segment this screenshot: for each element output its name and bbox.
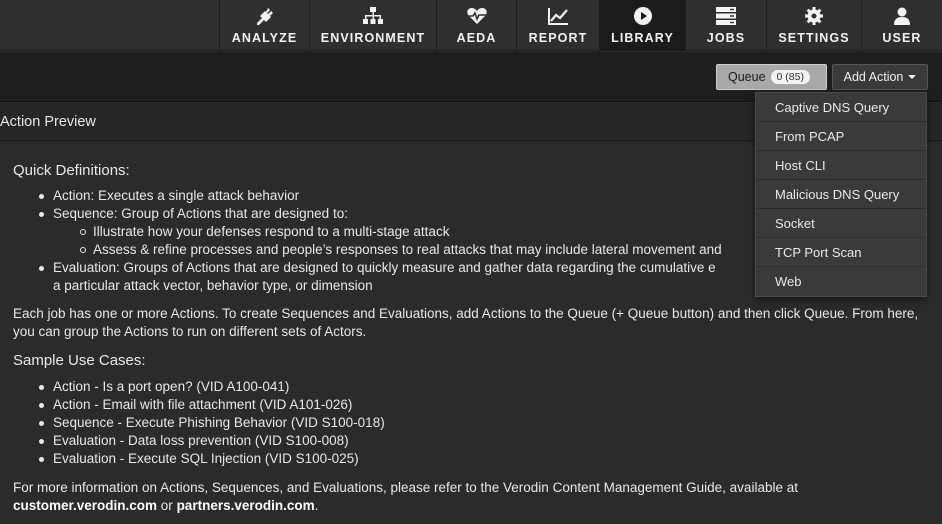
list-item: Evaluation - Data loss prevention (VID S… (39, 432, 385, 450)
quick-definitions-heading: Quick Definitions: (13, 162, 130, 179)
evaluation-definition-line1: Evaluation: Groups of Actions that are d… (53, 260, 716, 275)
menu-item-from-pcap[interactable]: From PCAP (756, 122, 926, 151)
list-item: Action - Is a port open? (VID A100-041) (39, 378, 385, 396)
top-navigation: ANALYZE ENVIRONMENT AEDA REPORT LIBRARY … (0, 0, 942, 51)
line-chart-icon (547, 6, 569, 26)
caret-down-icon (908, 75, 917, 79)
nav-jobs[interactable]: JOBS (685, 0, 766, 51)
list-item: Assess & refine processes and people’s r… (80, 242, 722, 257)
nav-settings[interactable]: SETTINGS (766, 0, 861, 51)
queue-label: Queue (728, 70, 766, 84)
queue-count-badge: 0 (85) (770, 70, 810, 84)
more-info-sentence: For more information on Actions, Sequenc… (13, 480, 798, 495)
menu-item-socket[interactable]: Socket (756, 209, 926, 238)
nav-label: AEDA (456, 31, 497, 45)
gear-icon (803, 6, 825, 26)
nav-label: JOBS (706, 31, 746, 45)
nav-label: USER (882, 31, 922, 45)
add-action-dropdown: Captive DNS Query From PCAP Host CLI Mal… (755, 92, 927, 297)
menu-item-malicious-dns-query[interactable]: Malicious DNS Query (756, 180, 926, 209)
sample-use-cases-list: Action - Is a port open? (VID A100-041) … (39, 378, 385, 468)
sample-use-cases-heading: Sample Use Cases: (13, 352, 146, 369)
list-item: Sequence - Execute Phishing Behavior (VI… (39, 415, 385, 430)
customer-portal-link[interactable]: customer.verodin.com (13, 498, 157, 513)
nav-label: REPORT (528, 31, 588, 45)
user-icon (891, 6, 913, 26)
add-action-button[interactable]: Add Action (832, 64, 928, 90)
nav-environment[interactable]: ENVIRONMENT (309, 0, 436, 51)
nav-label: LIBRARY (611, 31, 674, 45)
list-item: Evaluation: Groups of Actions that are d… (39, 259, 722, 295)
jobs-description: Each job has one or more Actions. To cre… (13, 306, 919, 339)
plug-icon (254, 6, 276, 26)
menu-item-captive-dns-query[interactable]: Captive DNS Query (756, 93, 926, 122)
nav-aeda[interactable]: AEDA (436, 0, 516, 51)
nav-library[interactable]: LIBRARY (599, 0, 685, 51)
nav-label: ENVIRONMENT (320, 31, 426, 45)
list-item: Evaluation - Execute SQL Injection (VID … (39, 450, 385, 468)
nav-label: ANALYZE (231, 31, 298, 45)
panel-title: Action Preview (0, 114, 96, 130)
list-item: Action: Executes a single attack behavio… (39, 187, 722, 205)
list-item: Sequence: Group of Actions that are desi… (39, 205, 722, 259)
period-text: . (314, 498, 319, 513)
partner-portal-link[interactable]: partners.verodin.com (177, 498, 315, 513)
menu-item-web[interactable]: Web (756, 267, 926, 296)
or-text: or (157, 498, 177, 513)
nav-report[interactable]: REPORT (516, 0, 599, 51)
add-action-label: Add Action (843, 70, 904, 84)
list-item: Illustrate how your defenses respond to … (80, 223, 722, 241)
nav-user[interactable]: USER (861, 0, 942, 51)
sequence-definition: Sequence: Group of Actions that are desi… (53, 206, 348, 221)
heartbeat-icon (466, 6, 488, 26)
server-icon (715, 6, 737, 26)
evaluation-definition-line2: a particular attack vector, behavior typ… (53, 278, 373, 293)
more-info-text: For more information on Actions, Sequenc… (13, 479, 933, 515)
menu-item-tcp-port-scan[interactable]: TCP Port Scan (756, 238, 926, 267)
nav-label: SETTINGS (778, 31, 850, 45)
sequence-sublist: Illustrate how your defenses respond to … (80, 223, 722, 259)
sitemap-icon (362, 6, 384, 26)
play-circle-icon (632, 6, 654, 26)
menu-item-host-cli[interactable]: Host CLI (756, 151, 926, 180)
definitions-list: Action: Executes a single attack behavio… (39, 187, 722, 295)
queue-button[interactable]: Queue 0 (85) (716, 64, 827, 90)
nav-analyze[interactable]: ANALYZE (219, 0, 309, 51)
list-item: Action - Email with file attachment (VID… (39, 396, 385, 414)
